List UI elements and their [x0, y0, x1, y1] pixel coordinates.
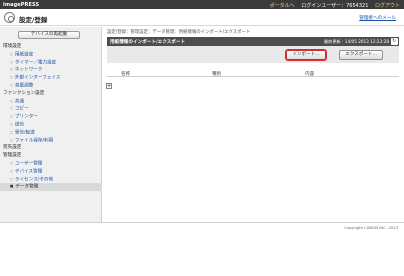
sidebar-section-6: ファンクション設定: [3, 90, 45, 96]
last-update-text: 最終更新 : 14/05 2013 12:23:28: [323, 39, 389, 44]
breadcrumb: 設定/登録：管理設定：データ管理：用紙情報のインポート/エクスポート: [107, 30, 251, 35]
restart-device-button[interactable]: デバイスの再起動: [18, 31, 80, 39]
sidebar-item-18[interactable]: データ管理: [0, 183, 102, 192]
sidebar-item-17[interactable]: ライセンス/その他: [0, 176, 102, 184]
sidebar-item-3[interactable]: ネットワーク: [0, 66, 102, 74]
sidebar-item-4[interactable]: 外部インターフェイス: [0, 74, 102, 82]
sidebar-section-14: 管理設定: [3, 153, 22, 159]
export-button[interactable]: エクスポート...: [339, 50, 383, 60]
sidebar-section-0: 環境設定: [3, 44, 22, 49]
refresh-icon[interactable]: ↻: [391, 38, 398, 45]
sidebar-item-8[interactable]: コピー: [0, 105, 102, 113]
sidebar-menu: 環境設定用紙設定タイマー／電力設定ネットワーク外部インターフェイス音量調整ファン…: [0, 43, 102, 192]
top-bar: imagePRESS ポータルへ ログインユーザー：7654321 ログアウト: [0, 0, 404, 9]
column-content-header: 内容: [305, 71, 315, 77]
sidebar-item-9[interactable]: プリンター: [0, 113, 102, 121]
table-header: 名称 種別 内容: [107, 69, 399, 77]
sidebar-item-12[interactable]: ファイル保存/利用: [0, 137, 102, 145]
sidebar-item-11[interactable]: 受信/転送: [0, 129, 102, 137]
settings-gear-icon: [4, 12, 15, 23]
page-title: 設定/登録: [19, 15, 48, 24]
brand-logo: imagePRESS: [3, 2, 40, 8]
sidebar-item-10[interactable]: 送信: [0, 121, 102, 129]
button-area: インポート... エクスポート...: [107, 46, 399, 63]
logout-link[interactable]: ログアウト: [375, 3, 400, 9]
expand-icon[interactable]: +: [106, 83, 112, 89]
sidebar-section-13: 宛先設定: [3, 145, 22, 151]
panel-title: 用紙情報のインポート/エクスポート: [110, 39, 186, 45]
sidebar-item-1[interactable]: 用紙設定: [0, 51, 102, 59]
portal-link[interactable]: ポータルへ: [270, 3, 295, 9]
sidebar-item-7[interactable]: 共通: [0, 98, 102, 106]
sidebar-item-15[interactable]: ユーザー管理: [0, 160, 102, 168]
main-content: 設定/登録：管理設定：データ管理：用紙情報のインポート/エクスポート 用紙情報の…: [103, 27, 404, 223]
sidebar: デバイスの再起動 環境設定用紙設定タイマー／電力設定ネットワーク外部インターフェ…: [0, 27, 102, 223]
import-button[interactable]: インポート...: [286, 50, 326, 60]
mail-to-admin-link[interactable]: 管理者へのメール: [359, 15, 396, 21]
sidebar-item-5[interactable]: 音量調整: [0, 82, 102, 90]
title-bar: 設定/登録 管理者へのメール: [0, 9, 404, 26]
sidebar-item-16[interactable]: デバイス管理: [0, 168, 102, 176]
column-type-header: 種別: [212, 71, 222, 77]
sidebar-item-2[interactable]: タイマー／電力設定: [0, 59, 102, 67]
top-right-links: ポータルへ ログインユーザー：7654321 ログアウト: [265, 2, 400, 9]
footer: Copyright CANON INC. 2013: [0, 222, 404, 230]
panel-header: 用紙情報のインポート/エクスポート 最終更新 : 14/05 2013 12:2…: [107, 37, 399, 46]
login-user-value: 7654321: [346, 2, 369, 9]
column-name-header: 名称: [121, 71, 131, 77]
login-user-label: ログインユーザー：: [301, 2, 347, 9]
copyright-text: Copyright CANON INC. 2013: [344, 224, 398, 230]
